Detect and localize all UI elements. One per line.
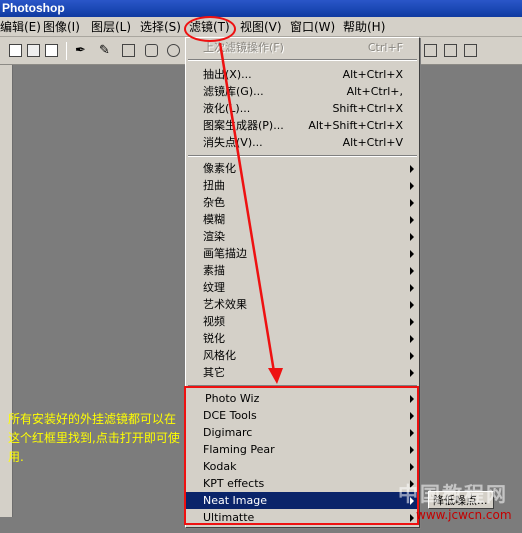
menu-item-distort[interactable]: 扭曲 xyxy=(186,177,419,194)
menu-item-render[interactable]: 渲染 xyxy=(186,228,419,245)
toolbar-divider xyxy=(66,42,67,60)
menu-bar: 编辑(E) 图像(I) 图层(L) 选择(S) 滤镜(T) 视图(V) 窗口(W… xyxy=(0,17,522,37)
submenu-arrow-icon xyxy=(410,165,414,173)
submenu-arrow-icon xyxy=(410,216,414,224)
menu-item-brush-strokes[interactable]: 画笔描边 xyxy=(186,245,419,262)
menu-item-pixelate[interactable]: 像素化 xyxy=(186,160,419,177)
submenu-arrow-icon xyxy=(410,250,414,258)
menu-item-texture[interactable]: 纹理 xyxy=(186,279,419,296)
menu-item-sharpen[interactable]: 锐化 xyxy=(186,330,419,347)
annotation-text: 所有安装好的外挂滤镜都可以在这个红框里找到,点击打开即可使用. xyxy=(8,412,180,464)
ellipse-icon[interactable] xyxy=(167,44,180,57)
menu-item-last-filter: 上次滤镜操作(F) Ctrl+F xyxy=(203,41,403,54)
rounded-rectangle-icon[interactable] xyxy=(145,44,158,57)
title-bar: Photoshop xyxy=(0,0,522,17)
shape-exclude-icon[interactable] xyxy=(464,44,477,57)
menu-item-liquify[interactable]: 液化(L)... Shift+Ctrl+X xyxy=(186,100,419,117)
rectangle-icon[interactable] xyxy=(122,44,135,57)
menu-item-vanishing-point[interactable]: 消失点(V)... Alt+Ctrl+V xyxy=(186,134,419,151)
submenu-arrow-icon xyxy=(410,301,414,309)
menu-item-filter-gallery[interactable]: 滤镜库(G)... Alt+Ctrl+, xyxy=(186,83,419,100)
menu-separator xyxy=(188,59,417,61)
menu-help[interactable]: 帮助(H) xyxy=(343,17,385,37)
submenu-arrow-icon xyxy=(410,182,414,190)
menu-separator xyxy=(188,155,417,157)
new-selection-icon[interactable] xyxy=(9,44,22,57)
menu-layer[interactable]: 图层(L) xyxy=(91,17,131,37)
menu-window[interactable]: 窗口(W) xyxy=(290,17,335,37)
menu-item-artistic[interactable]: 艺术效果 xyxy=(186,296,419,313)
shape-intersect-icon[interactable] xyxy=(444,44,457,57)
submenu-arrow-icon xyxy=(410,199,414,207)
menu-edit[interactable]: 编辑(E) xyxy=(0,17,41,37)
watermark-url: www.jcwcn.com xyxy=(416,508,512,522)
menu-view[interactable]: 视图(V) xyxy=(240,17,282,37)
plugins-highlight-box xyxy=(184,386,419,525)
watermark: 中国教程网 www.jcwcn.com xyxy=(398,478,520,528)
freeform-pen-icon[interactable]: ✎ xyxy=(99,43,110,58)
add-selection-icon[interactable] xyxy=(27,44,40,57)
app-title: Photoshop xyxy=(2,1,65,15)
menu-item-pattern-maker[interactable]: 图案生成器(P)... Alt+Shift+Ctrl+X xyxy=(186,117,419,134)
submenu-arrow-icon xyxy=(410,267,414,275)
submenu-arrow-icon xyxy=(410,369,414,377)
menu-item-sketch[interactable]: 素描 xyxy=(186,262,419,279)
submenu-arrow-icon xyxy=(410,233,414,241)
submenu-arrow-icon xyxy=(410,318,414,326)
menu-item-video[interactable]: 视频 xyxy=(186,313,419,330)
menu-select[interactable]: 选择(S) xyxy=(140,17,181,37)
menu-item-other[interactable]: 其它 xyxy=(186,364,419,381)
watermark-title: 中国教程网 xyxy=(398,482,508,506)
shape-combine-icon[interactable] xyxy=(424,44,437,57)
pen-icon[interactable]: ✒ xyxy=(75,43,86,58)
subtract-selection-icon[interactable] xyxy=(45,44,58,57)
filter-menu-highlight-circle xyxy=(184,16,236,42)
submenu-arrow-icon xyxy=(410,335,414,343)
submenu-arrow-icon xyxy=(410,352,414,360)
submenu-arrow-icon xyxy=(410,284,414,292)
menu-item-extract[interactable]: 抽出(X)... Alt+Ctrl+X xyxy=(186,66,419,83)
menu-item-stylize[interactable]: 风格化 xyxy=(186,347,419,364)
menu-image[interactable]: 图像(I) xyxy=(43,17,80,37)
menu-item-noise[interactable]: 杂色 xyxy=(186,194,419,211)
menu-item-blur[interactable]: 模糊 xyxy=(186,211,419,228)
